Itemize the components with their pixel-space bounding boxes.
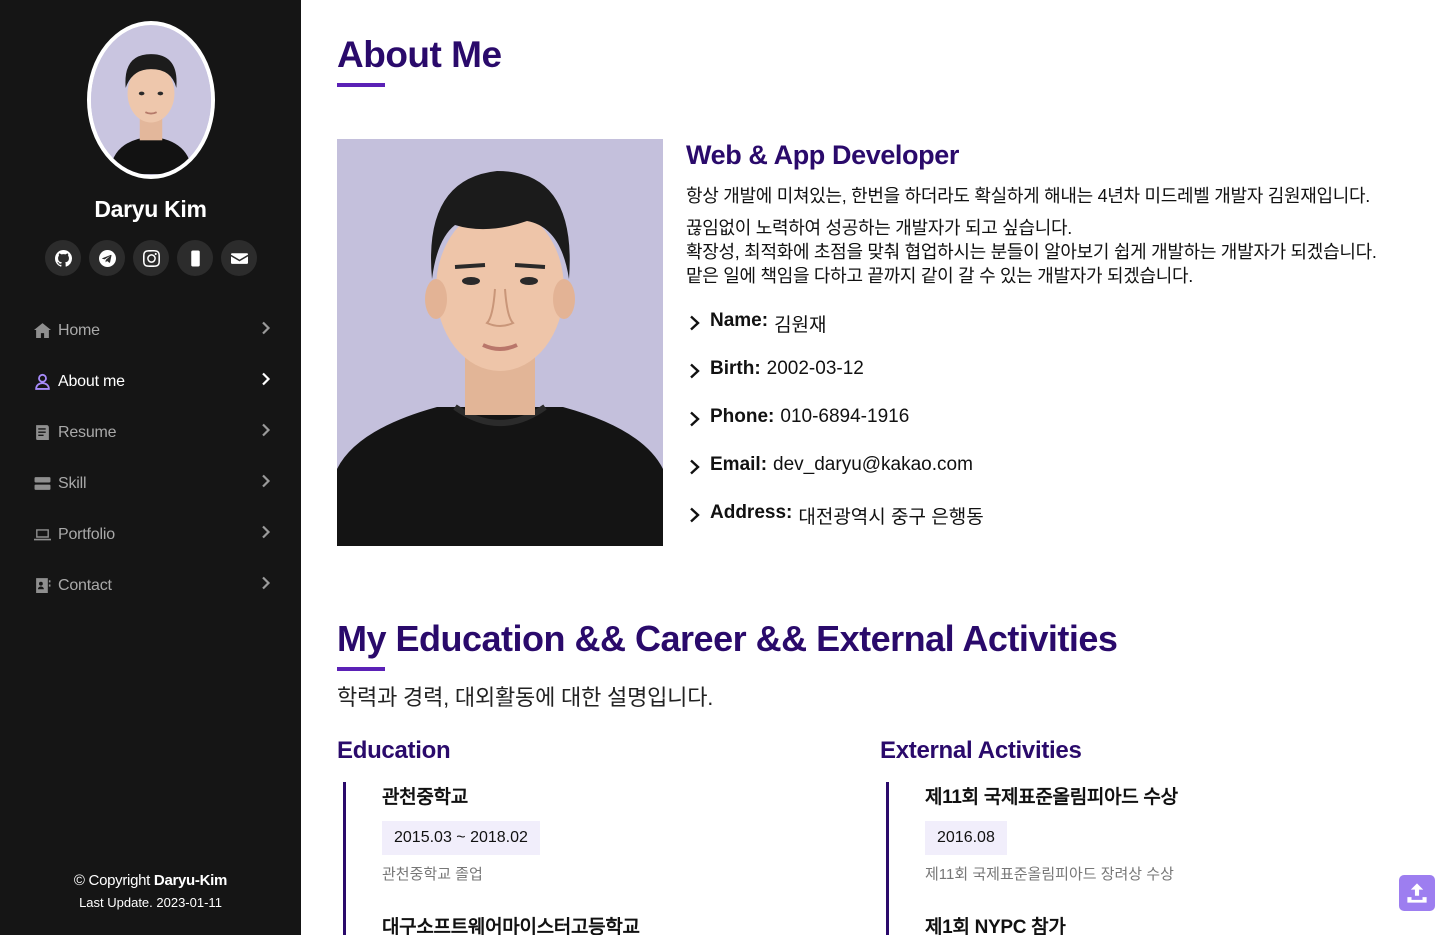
sidebar-item-skill[interactable]: Skill [0,458,301,509]
copyright-owner: Daryu-Kim [153,872,228,889]
info-key: Email: [710,454,768,475]
info-value: 2002-03-12 [766,358,864,379]
laptop-icon [34,526,52,544]
sidebar-item-label: Skill [58,474,87,492]
chevron-right-icon [259,576,273,595]
scroll-to-top-button[interactable] [1399,875,1435,911]
external-activities-title: External Activities [880,737,1082,764]
profile-photo [337,139,663,546]
title-underline [337,83,385,87]
telegram-icon [98,249,116,267]
last-update: Last Update. 2023-01-11 [79,895,222,910]
page-title: About Me [337,34,502,75]
info-value: 대전광역시 중구 은행동 [798,507,984,528]
chevron-right-icon [688,406,710,433]
chevron-right-icon [688,454,710,481]
profile-name: Daryu Kim [94,196,207,222]
chevron-right-icon [688,310,710,337]
info-name: Name: 김원재 [688,310,984,358]
info-key: Birth: [710,358,761,379]
timeline-item: 제1회 NYPC 참가 [889,912,1366,935]
info-email: Email: dev_daryu@kakao.com [688,454,984,502]
info-key: Address: [710,502,793,523]
external-activities-timeline: 제11회 국제표준올림피아드 수상 2016.08 제11회 국제표준올림피아드… [886,782,1366,935]
info-value: 010-6894-1916 [780,406,910,427]
education-title: Education [337,737,451,764]
career-subtitle: 학력과 경력, 대외활동에 대한 설명입니다. [337,685,714,710]
info-phone: Phone: 010-6894-1916 [688,406,984,454]
timeline-item-date: 2016.08 [925,821,1007,855]
social-links [45,240,257,276]
info-birth: Birth: 2002-03-12 [688,358,984,406]
timeline-item-name: 대구소프트웨어마이스터고등학교 [382,917,640,935]
chevron-right-icon [259,525,273,544]
copyright: © Copyright Daryu-Kim [0,872,301,889]
intro-line: 맡은 일에 책임을 다하고 끝까지 같이 갈 수 있는 개발자가 되겠습니다. [686,266,1193,286]
home-icon [34,322,52,340]
phone-link[interactable] [177,240,213,276]
info-value: dev_daryu@kakao.com [773,454,973,475]
title-underline [337,667,385,671]
sidebar-item-contact[interactable]: Contact [0,560,301,611]
chevron-right-icon [259,423,273,442]
timeline-item-name: 제11회 국제표준올림피아드 수상 [925,787,1178,808]
chevron-right-icon [688,502,710,529]
sidebar-item-home[interactable]: Home [0,305,301,356]
chevron-right-icon [259,474,273,493]
timeline-item-desc: 관천중학교 졸업 [382,866,483,883]
copyright-prefix: © Copyright [73,872,154,889]
envelope-icon [230,252,248,264]
contact-book-icon [34,577,52,595]
timeline-item-name: 제1회 NYPC 참가 [925,917,1066,935]
server-icon [34,475,52,493]
intro-text: 항상 개발에 미쳐있는, 한번을 하더라도 확실하게 해내는 4년차 미드레벨 … [686,184,1436,288]
education-timeline: 관천중학교 2015.03 ~ 2018.02 관천중학교 졸업 대구소프트웨어… [343,782,823,935]
timeline-item-desc: 제11회 국제표준올림피아드 장려상 수상 [925,866,1174,883]
timeline-item-name: 관천중학교 [382,787,468,808]
info-value: 김원재 [774,315,827,336]
mobile-phone-icon [190,250,200,266]
timeline-item: 제11회 국제표준올림피아드 수상 2016.08 제11회 국제표준올림피아드… [889,782,1366,884]
timeline-item: 관천중학교 2015.03 ~ 2018.02 관천중학교 졸업 [346,782,823,884]
role-title: Web & App Developer [686,140,959,170]
sidebar-item-about[interactable]: About me [0,356,301,407]
chevron-right-icon [259,321,273,340]
chevron-right-icon [688,358,710,385]
chevron-right-icon [259,372,273,391]
sidebar-item-label: Portfolio [58,525,115,543]
upload-icon [1407,883,1427,903]
timeline-item-date: 2015.03 ~ 2018.02 [382,821,540,855]
github-icon [54,249,72,267]
sidebar-item-label: Home [58,321,100,339]
info-key: Phone: [710,406,775,427]
email-link[interactable] [221,240,257,276]
intro-line: 확장성, 최적화에 초점을 맞춰 협업하시는 분들이 알아보기 쉽게 개발하는 … [686,242,1377,262]
sidebar-item-label: Resume [58,423,117,441]
personal-info-list: Name: 김원재 Birth: 2002-03-12 Phone: 010-6… [688,310,984,550]
sidebar-item-resume[interactable]: Resume [0,407,301,458]
portrait-image [337,139,663,546]
github-link[interactable] [45,240,81,276]
profile-photo-small [91,25,211,175]
intro-line: 끊임없이 노력하여 성공하는 개발자가 되고 싶습니다. [686,218,1072,238]
user-icon [34,373,52,391]
sidebar-nav: Home About me Resume Skill Portfolio Con… [0,305,301,611]
telegram-link[interactable] [89,240,125,276]
instagram-icon [142,249,160,267]
sidebar-item-label: Contact [58,576,112,594]
resume-icon [34,424,52,442]
info-key: Name: [710,310,769,331]
timeline-item: 대구소프트웨어마이스터고등학교 [346,912,823,935]
sidebar-item-label: About me [58,372,125,390]
instagram-link[interactable] [133,240,169,276]
sidebar-item-portfolio[interactable]: Portfolio [0,509,301,560]
info-address: Address: 대전광역시 중구 은행동 [688,502,984,550]
sidebar: Daryu Kim Home About me Resume Skill Por… [0,0,301,935]
avatar [87,21,215,179]
career-section-title: My Education && Career && External Activ… [337,618,1118,659]
intro-line: 항상 개발에 미쳐있는, 한번을 하더라도 확실하게 해내는 4년차 미드레벨 … [686,186,1370,206]
